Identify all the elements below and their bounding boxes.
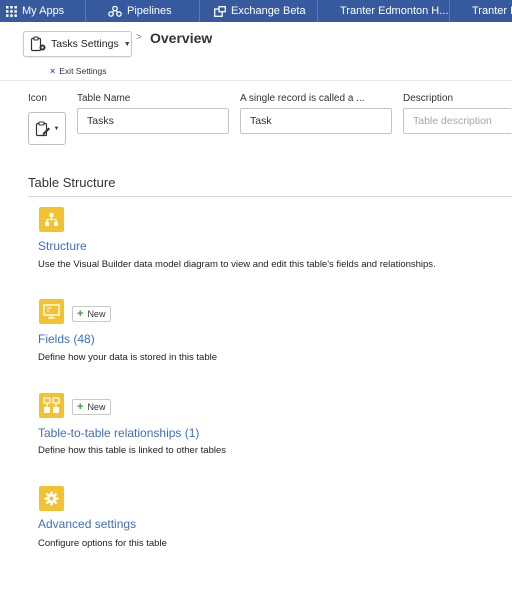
fields-icon bbox=[39, 299, 64, 324]
fields-description: Define how your data is stored in this t… bbox=[38, 352, 218, 363]
new-label: New bbox=[87, 309, 106, 319]
nav-label: Pipelines bbox=[127, 5, 172, 17]
exchange-icon bbox=[214, 5, 226, 17]
advanced-settings-link[interactable]: Advanced settings bbox=[38, 517, 136, 531]
nav-label: Tranter Edmonton H... bbox=[340, 5, 449, 17]
exit-settings-label: Exit Settings bbox=[59, 66, 107, 76]
nav-label: My Apps bbox=[22, 5, 65, 17]
settings-label: Tasks Settings bbox=[51, 38, 119, 50]
close-icon: × bbox=[50, 66, 56, 76]
nav-exchange[interactable]: Exchange Beta bbox=[200, 0, 318, 22]
gear-icon bbox=[39, 486, 64, 511]
nav-label: Tranter Ec bbox=[472, 5, 512, 17]
description-label: Description bbox=[403, 93, 454, 104]
section-divider bbox=[28, 196, 512, 197]
section-title: Table Structure bbox=[28, 175, 116, 190]
relationships-link[interactable]: Table-to-table relationships (1) bbox=[38, 426, 199, 440]
record-name-input[interactable]: Task bbox=[240, 108, 392, 134]
exit-settings-link[interactable]: × Exit Settings bbox=[50, 66, 107, 76]
icon-picker[interactable]: ▼ bbox=[28, 112, 66, 145]
advanced-settings-description: Configure options for this table bbox=[38, 538, 167, 549]
structure-description: Use the Visual Builder data model diagra… bbox=[38, 259, 436, 270]
top-nav-bar: My Apps Pipelines Exchange Beta Tranter … bbox=[0, 0, 512, 22]
relationships-description: Define how this table is linked to other… bbox=[38, 445, 226, 456]
nav-tranter-2[interactable]: Tranter Ec bbox=[450, 0, 512, 22]
nav-label: Exchange Beta bbox=[231, 5, 306, 17]
header-divider bbox=[0, 80, 512, 81]
nav-tranter-edmonton[interactable]: Tranter Edmonton H... bbox=[318, 0, 450, 22]
fields-link[interactable]: Fields (48) bbox=[38, 332, 95, 346]
page-title: Overview bbox=[150, 30, 213, 46]
plus-icon: + bbox=[77, 401, 84, 413]
chevron-down-icon: ▼ bbox=[53, 125, 60, 132]
table-name-input[interactable]: Tasks bbox=[77, 108, 229, 134]
grid-icon bbox=[6, 5, 17, 17]
record-name-label: A single record is called a ... bbox=[240, 93, 365, 104]
structure-link[interactable]: Structure bbox=[38, 239, 87, 253]
clipboard-icon bbox=[35, 120, 50, 136]
description-input[interactable]: Table description bbox=[403, 108, 512, 134]
plus-icon: + bbox=[77, 308, 84, 320]
new-label: New bbox=[87, 402, 106, 412]
new-field-button[interactable]: + New bbox=[72, 306, 112, 322]
nav-pipelines[interactable]: Pipelines bbox=[86, 0, 200, 22]
table-settings-icon bbox=[30, 36, 46, 52]
new-relationship-button[interactable]: + New bbox=[72, 399, 112, 415]
table-settings-dropdown[interactable]: Tasks Settings ▼ bbox=[23, 31, 132, 57]
chevron-down-icon: ▼ bbox=[123, 40, 131, 48]
icon-label: Icon bbox=[28, 93, 47, 104]
breadcrumb-separator: > bbox=[136, 32, 142, 43]
pipeline-icon bbox=[108, 5, 122, 17]
nav-my-apps[interactable]: My Apps bbox=[0, 0, 86, 22]
structure-icon bbox=[39, 207, 64, 232]
table-name-label: Table Name bbox=[77, 93, 131, 104]
relationships-icon bbox=[39, 393, 64, 418]
